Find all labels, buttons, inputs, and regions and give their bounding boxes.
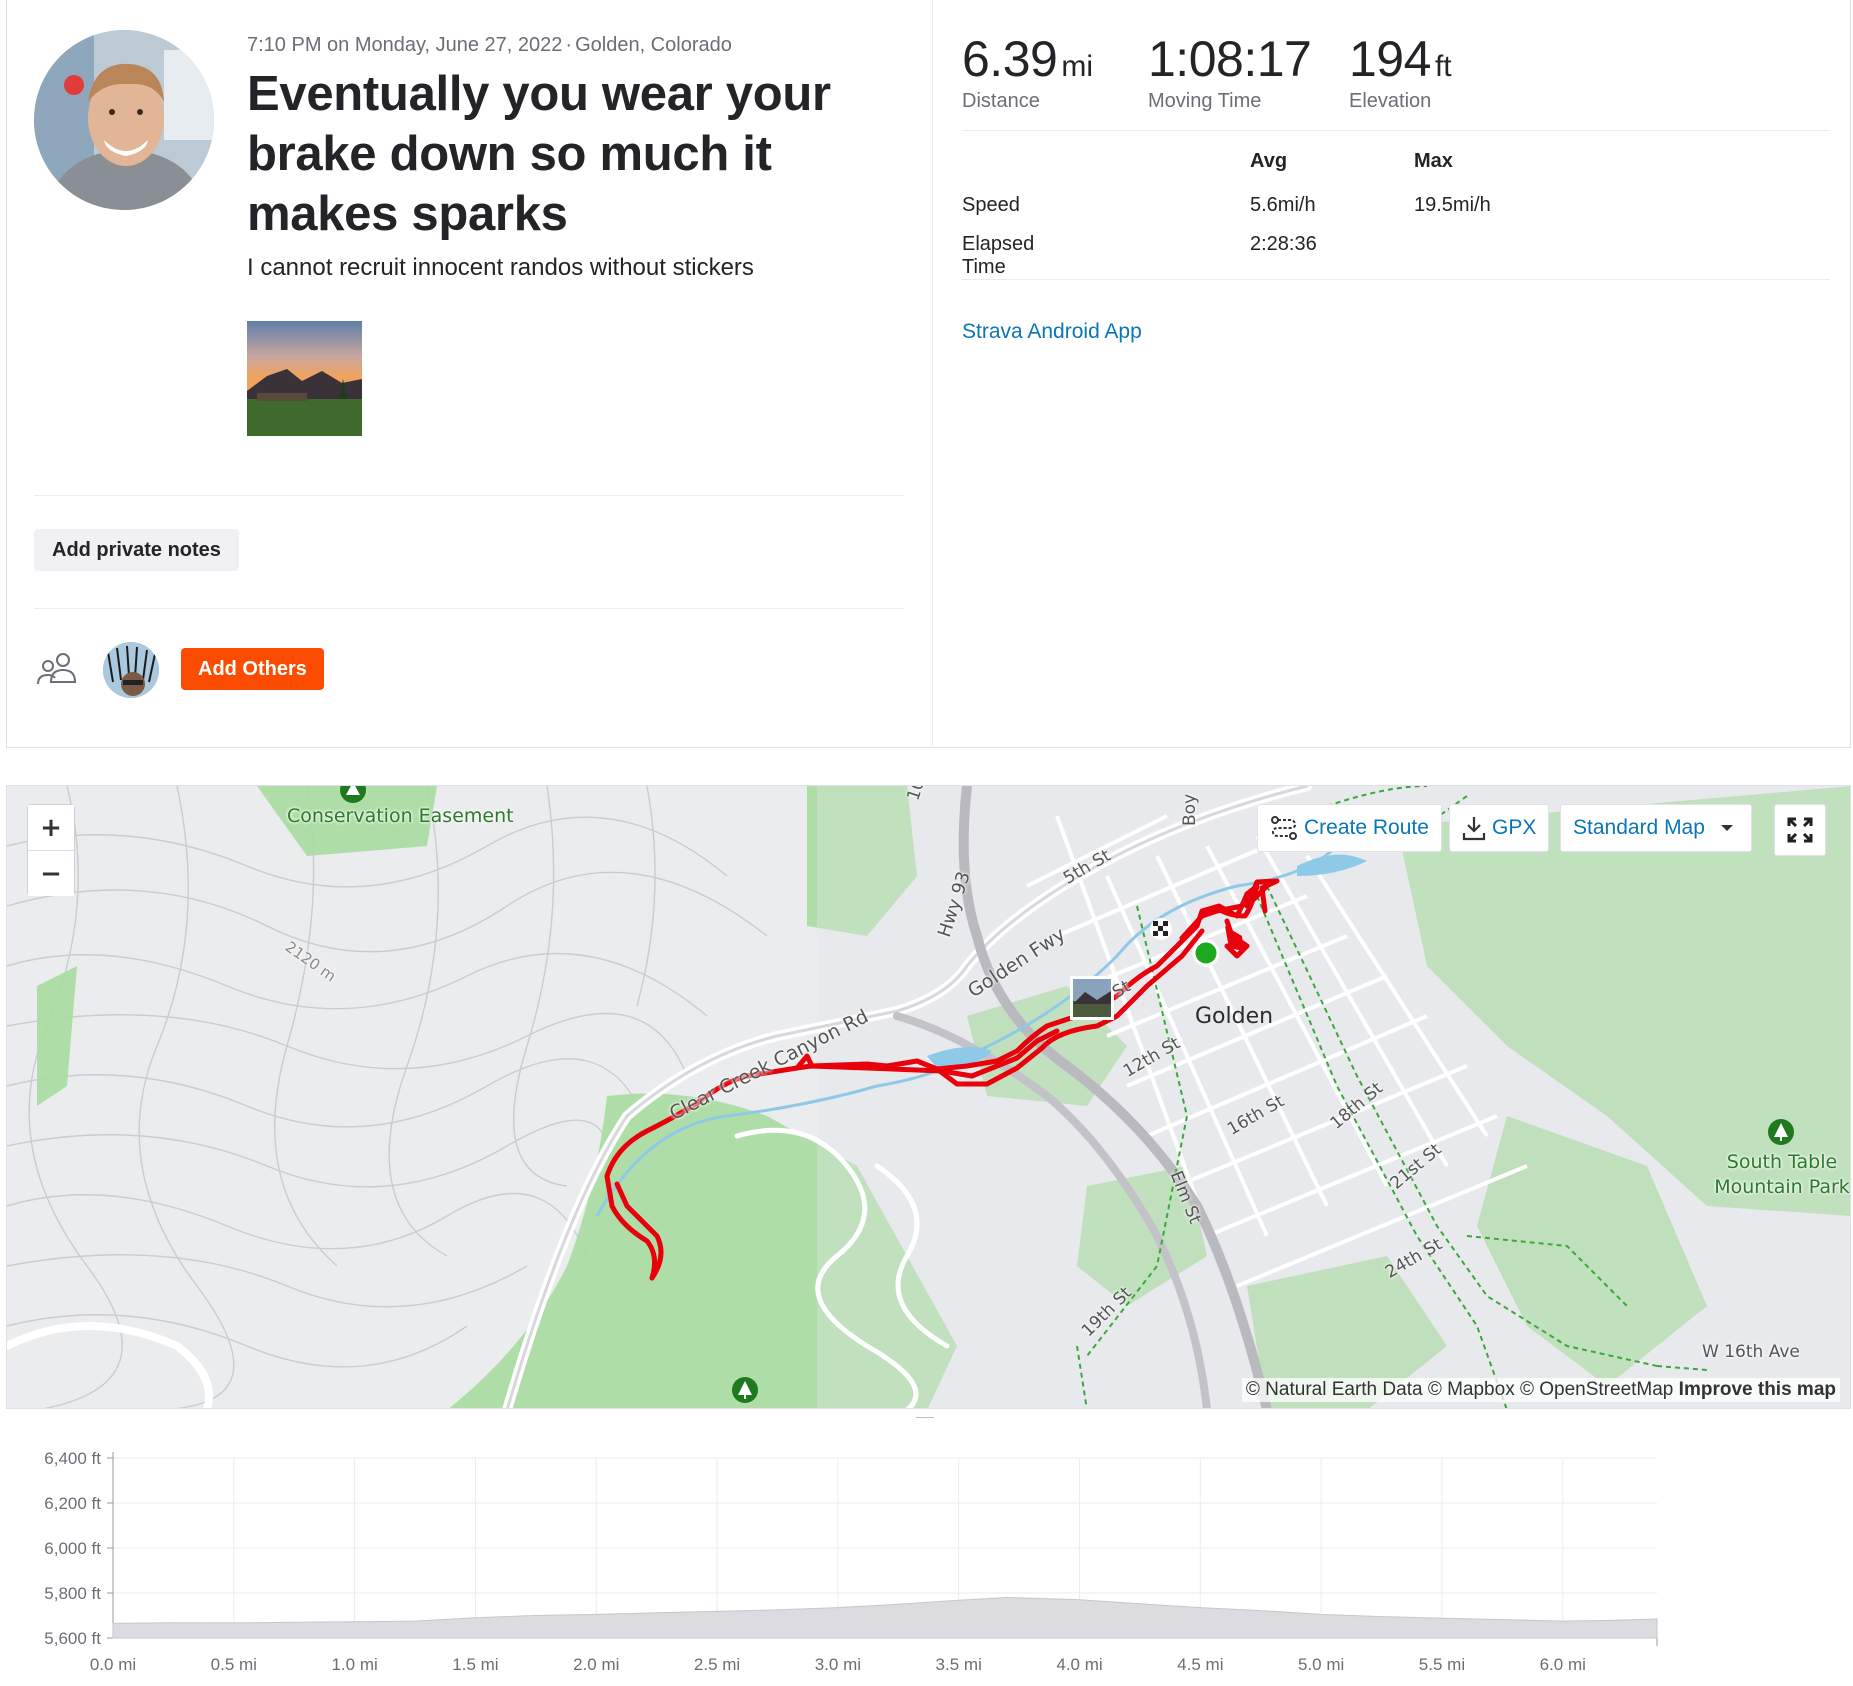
y-tick-label: 5,600 ft	[44, 1629, 101, 1648]
moving-time-value: 1:08:17	[1148, 31, 1312, 87]
activity-details: 7:10 PM on Monday, June 27, 2022 · Golden,…	[7, 0, 932, 748]
activity-title[interactable]: Eventually you wear your brake down so m…	[247, 64, 867, 244]
speed-max: 19.5mi/h	[1414, 194, 1491, 216]
activity-time: 7:10 PM on Monday, June 27, 2022	[247, 34, 563, 56]
start-marker-icon	[1192, 939, 1220, 967]
zoom-out-button[interactable]: −	[28, 851, 74, 896]
elapsed-time-avg: 2:28:36	[1250, 233, 1317, 255]
map-style-label: Standard Map	[1573, 816, 1705, 839]
x-tick-label: 1.0 mi	[331, 1655, 377, 1674]
x-tick-label: 4.0 mi	[1056, 1655, 1102, 1674]
col-max-header: Max	[1414, 150, 1453, 172]
y-tick-label: 6,400 ft	[44, 1449, 101, 1468]
moving-time-label: Moving Time	[1148, 90, 1262, 112]
add-others-button[interactable]: Add Others	[181, 648, 324, 690]
speed-label: Speed	[962, 194, 1020, 216]
city-label-golden: Golden	[1195, 1004, 1274, 1029]
x-tick-label: 1.5 mi	[452, 1655, 498, 1674]
fullscreen-button[interactable]	[1774, 804, 1826, 856]
park-tree-icon	[732, 1377, 758, 1403]
elevation-label: Elevation	[1349, 90, 1432, 112]
col-avg-header: Avg	[1250, 150, 1288, 172]
x-tick-label: 6.0 mi	[1540, 1655, 1586, 1674]
divider	[34, 495, 904, 496]
divider	[962, 279, 1830, 280]
south-table-mountain-label: South Table Mountain Park	[1714, 1151, 1850, 1198]
stat-elevation: 194 ft Elevation	[1349, 30, 1452, 113]
stat-moving-time: 1:08:17 Moving Time	[1148, 30, 1312, 113]
elevation-unit: ft	[1434, 50, 1452, 83]
y-tick-label: 6,200 ft	[44, 1494, 101, 1513]
create-route-button[interactable]: Create Route	[1257, 804, 1442, 852]
distance-unit: mi	[1061, 50, 1093, 83]
zoom-controls: + −	[27, 804, 75, 896]
x-tick-label: 0.5 mi	[211, 1655, 257, 1674]
photo-marker[interactable]	[1070, 976, 1114, 1020]
expand-icon	[1787, 817, 1813, 843]
device-link[interactable]: Strava Android App	[962, 320, 1142, 344]
conservation-easement-label: Conservation Easement	[287, 805, 514, 827]
athlete-avatar[interactable]	[34, 30, 214, 210]
map-canvas[interactable]	[7, 786, 1851, 1409]
street-label-w16th-ave: W 16th Ave	[1702, 1342, 1800, 1362]
activity-location: Golden, Colorado	[575, 34, 732, 56]
activity-stats: 6.39 mi Distance 1:08:17 Moving Time 194 f…	[932, 0, 1852, 748]
group-athlete-avatar[interactable]	[103, 642, 159, 698]
elevation-value: 194	[1349, 31, 1431, 87]
y-tick-label: 5,800 ft	[44, 1584, 101, 1603]
x-tick-label: 4.5 mi	[1177, 1655, 1223, 1674]
add-private-notes-button[interactable]: Add private notes	[34, 529, 239, 571]
meta-separator: ·	[565, 34, 573, 56]
x-tick-label: 3.5 mi	[936, 1655, 982, 1674]
route-icon	[1271, 816, 1297, 840]
group-athletes-icon	[35, 650, 81, 690]
x-tick-label: 2.0 mi	[573, 1655, 619, 1674]
divider	[962, 130, 1830, 131]
attribution-text[interactable]: © Natural Earth Data © Mapbox © OpenStre…	[1246, 1379, 1673, 1400]
x-tick-label: 5.0 mi	[1298, 1655, 1344, 1674]
gpx-label: GPX	[1492, 816, 1537, 839]
map-style-dropdown[interactable]: Standard Map	[1560, 804, 1752, 852]
elevation-profile[interactable]: 6,400 ft 6,200 ft 6,000 ft 5,800 ft 5,600 ft…	[6, 1418, 1851, 1686]
x-tick-label: 2.5 mi	[694, 1655, 740, 1674]
x-tick-label: 5.5 mi	[1419, 1655, 1465, 1674]
street-label-boy: Boy	[1180, 793, 1200, 826]
caret-down-icon	[1720, 825, 1733, 831]
park-tree-icon	[1768, 1119, 1794, 1145]
x-tick-label: 0.0 mi	[90, 1655, 136, 1674]
speed-avg: 5.6mi/h	[1250, 194, 1316, 216]
map-attribution: © Natural Earth Data © Mapbox © OpenStre…	[1241, 1378, 1840, 1402]
distance-value: 6.39	[962, 31, 1058, 87]
divider	[34, 608, 904, 609]
activity-summary-card: 7:10 PM on Monday, June 27, 2022 · Golden,…	[6, 0, 1851, 748]
activity-map[interactable]: Conservation Easement South Table Mounta…	[6, 785, 1851, 1409]
download-icon	[1462, 817, 1486, 841]
elevation-chart[interactable]: 6,400 ft 6,200 ft 6,000 ft 5,800 ft 5,600 ft…	[6, 1418, 1851, 1686]
elevation-area	[112, 1596, 1658, 1639]
y-tick-label: 6,000 ft	[44, 1539, 101, 1558]
stat-distance: 6.39 mi Distance	[962, 30, 1093, 113]
distance-label: Distance	[962, 90, 1040, 112]
finish-flag-icon	[1150, 918, 1172, 940]
create-route-label: Create Route	[1304, 816, 1429, 839]
activity-description: I cannot recruit innocent randos without…	[247, 254, 754, 281]
elapsed-time-label: Elapsed Time	[962, 233, 1035, 278]
activity-photo[interactable]	[247, 321, 362, 436]
improve-map-link[interactable]: Improve this map	[1679, 1379, 1836, 1400]
gpx-download-button[interactable]: GPX	[1449, 804, 1550, 852]
x-tick-label: 3.0 mi	[815, 1655, 861, 1674]
activity-meta: 7:10 PM on Monday, June 27, 2022 · Golden,…	[247, 34, 732, 57]
zoom-in-button[interactable]: +	[28, 805, 74, 850]
